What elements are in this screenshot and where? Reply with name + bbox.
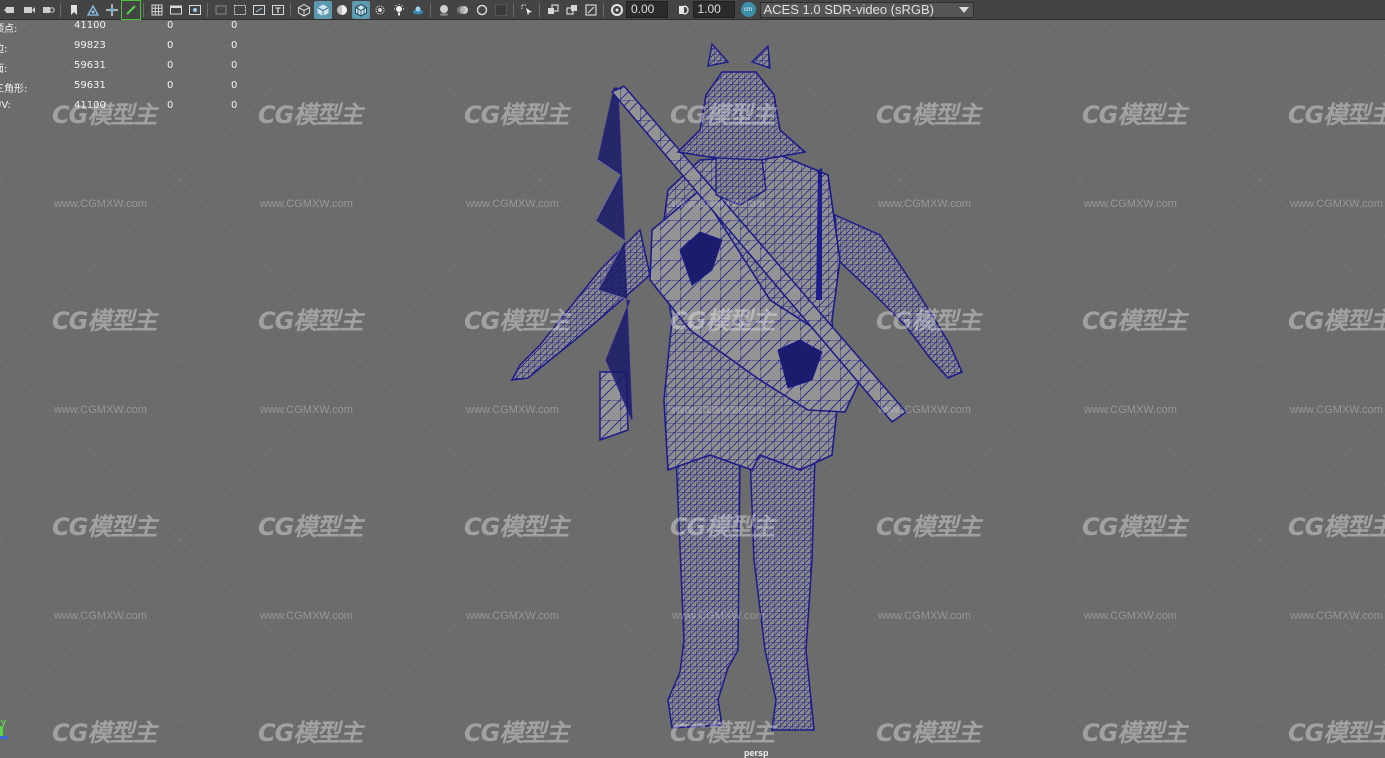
textured-icon[interactable] <box>333 1 351 19</box>
camera-name-label: persp <box>744 748 769 758</box>
backface-icon[interactable] <box>582 1 600 19</box>
hud-value: 99823 <box>74 40 106 51</box>
motion-blur-icon[interactable] <box>454 1 472 19</box>
camera-rotate-icon[interactable] <box>39 1 57 19</box>
smooth-shade-cube-icon[interactable] <box>313 0 332 19</box>
hud-value: 0 <box>167 20 174 31</box>
toolbar-separator <box>539 2 540 17</box>
viewport-persp[interactable]: CG模型主 CG模型主 CG模型主 CG模型主 CG模型主 CG模型主 CG模型主 CG模型主… <box>0 20 1385 758</box>
exposure-icon[interactable] <box>608 1 626 19</box>
xray-icon[interactable] <box>409 1 427 19</box>
toolbar-separator <box>603 2 604 17</box>
film-gate-icon[interactable] <box>167 1 185 19</box>
resolution-gate-icon[interactable] <box>186 1 204 19</box>
depth-of-field-icon[interactable] <box>492 1 510 19</box>
chevron-down-icon <box>958 6 969 13</box>
toolbar-separator <box>143 2 144 17</box>
hud-value: 0 <box>231 40 238 51</box>
view-transform-value: ACES 1.0 SDR-video (sRGB) <box>763 2 935 17</box>
grid-icon[interactable] <box>148 1 166 19</box>
hud-label: 面: <box>0 64 8 75</box>
toolbar-separator <box>60 2 61 17</box>
hud-value: 41100 <box>74 100 106 111</box>
screen-space-ao-icon[interactable] <box>435 1 453 19</box>
hud-value: 0 <box>231 80 238 91</box>
field-chart-icon[interactable] <box>231 1 249 19</box>
hud-label: 边: <box>0 44 8 55</box>
use-all-lights-icon[interactable] <box>371 1 389 19</box>
view-transform-icon[interactable]: cm <box>740 2 756 17</box>
toolbar-separator <box>513 2 514 17</box>
move-camera-icon[interactable] <box>103 1 121 19</box>
wireframe-cube-icon[interactable] <box>295 1 313 19</box>
hud-value: 59631 <box>74 80 106 91</box>
camera-prev-icon[interactable] <box>1 1 19 19</box>
xray-active-icon[interactable] <box>563 1 581 19</box>
anti-aliasing-icon[interactable] <box>473 1 491 19</box>
hud-value: 0 <box>167 40 174 51</box>
hud-value: 0 <box>167 80 174 91</box>
hud-value: 0 <box>167 60 174 71</box>
hud-value: 0 <box>167 100 174 111</box>
safe-title-icon[interactable] <box>269 1 287 19</box>
gamma-field[interactable]: 1.00 <box>692 1 735 18</box>
hud-value: 41100 <box>74 20 106 31</box>
safe-area-icon[interactable] <box>212 1 230 19</box>
camera-pin-icon[interactable] <box>84 1 102 19</box>
isolate-select-icon[interactable] <box>518 1 536 19</box>
toolbar-separator <box>290 2 291 17</box>
hud-value: 59631 <box>74 60 106 71</box>
shadows-icon[interactable] <box>390 1 408 19</box>
gamma-icon[interactable] <box>674 1 692 19</box>
bookmark-icon[interactable] <box>65 1 83 19</box>
hud-label: 三角形: <box>0 84 28 95</box>
view-transform-select[interactable]: ACES 1.0 SDR-video (sRGB) <box>759 1 974 18</box>
safe-action-icon[interactable] <box>250 1 268 19</box>
wireframe-on-shaded-icon[interactable] <box>351 0 370 19</box>
viewport-canvas[interactable] <box>0 20 1385 738</box>
hud-label: UV: <box>0 100 11 111</box>
hud-label: 顶点: <box>0 24 18 35</box>
hud-value: 0 <box>231 60 238 71</box>
toolbar-separator <box>430 2 431 17</box>
xray-joints-icon[interactable] <box>544 1 562 19</box>
hud-value: 0 <box>231 20 238 31</box>
hud-value: 0 <box>231 100 238 111</box>
exposure-field[interactable]: 0.00 <box>626 1 668 18</box>
toolbar-separator <box>207 2 208 17</box>
viewport-toolbar: 0.00 1.00 cm ACES 1.0 SDR-video (sRGB) <box>0 0 1385 20</box>
grease-pencil-icon[interactable] <box>120 0 141 20</box>
camera-icon[interactable] <box>20 1 38 19</box>
